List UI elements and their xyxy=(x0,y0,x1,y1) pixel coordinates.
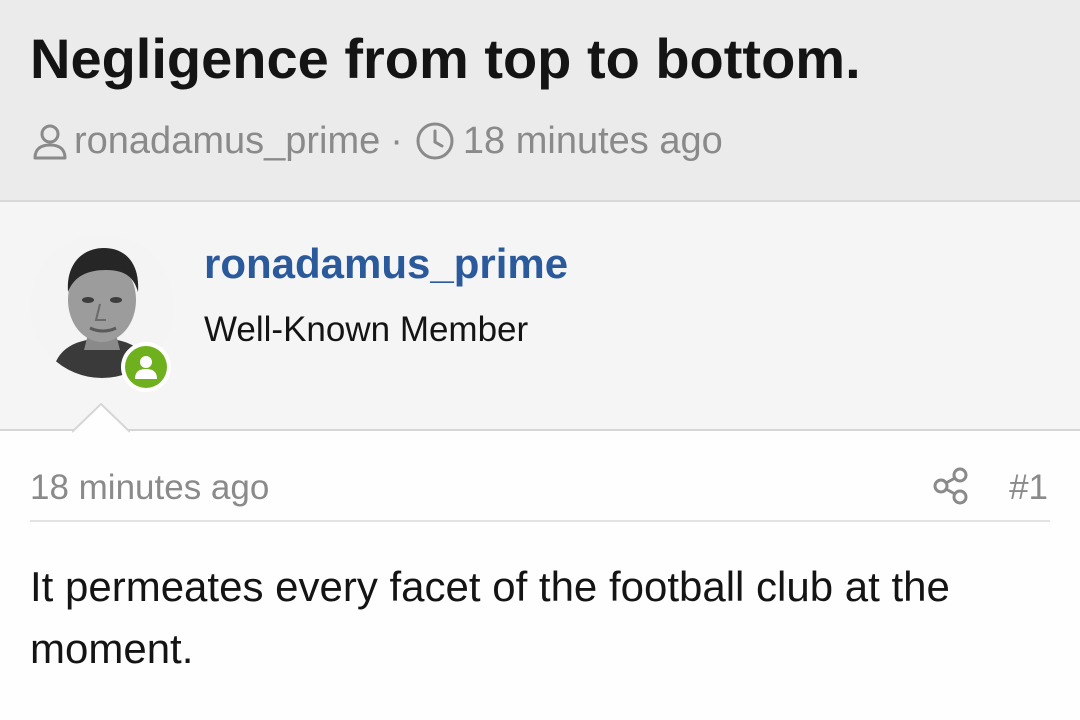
user-icon xyxy=(30,121,70,161)
thread-time-link[interactable]: 18 minutes ago xyxy=(463,120,723,163)
avatar-wrap xyxy=(30,234,174,392)
online-user-icon xyxy=(125,346,167,388)
post-user-block xyxy=(0,202,1080,433)
thread-header: Negligence from top to bottom. ronadamus… xyxy=(0,0,1080,202)
share-icon[interactable] xyxy=(932,467,970,505)
meta-separator: · xyxy=(390,119,403,162)
thread-meta: ronadamus_prime · 18 minutes ago xyxy=(30,118,723,164)
post-date-link[interactable]: 18 minutes ago xyxy=(30,466,269,510)
post-username-link[interactable]: ronadamus_prime xyxy=(204,238,568,290)
user-title: Well-Known Member xyxy=(204,310,529,349)
post-meta: 18 minutes ago #1 xyxy=(30,462,1050,522)
thread-title: Negligence from top to bottom. xyxy=(30,27,861,90)
online-status-badge xyxy=(121,342,171,392)
message-pointer xyxy=(72,403,130,433)
thread-author-link[interactable]: ronadamus_prime xyxy=(74,120,380,163)
post-body: It permeates every facet of the football… xyxy=(30,563,950,672)
clock-icon xyxy=(415,121,455,161)
post-number-link[interactable]: #1 xyxy=(1009,466,1048,510)
